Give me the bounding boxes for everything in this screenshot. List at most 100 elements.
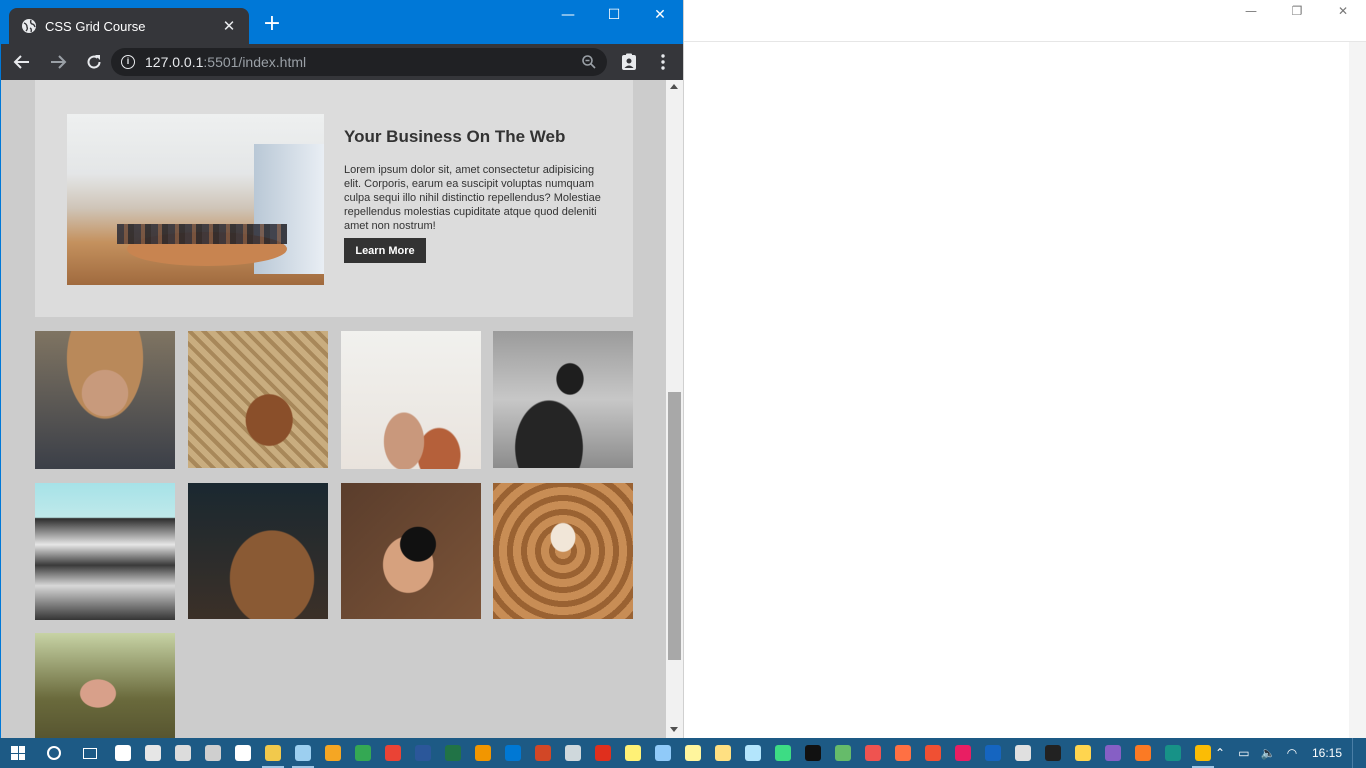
taskbar-app-terminal[interactable]	[1038, 738, 1068, 768]
network-icon	[175, 745, 191, 761]
taskbar-app-clock[interactable]	[858, 738, 888, 768]
taskbar-app-app-pink[interactable]	[948, 738, 978, 768]
taskbar-app-photos[interactable]	[558, 738, 588, 768]
pinned-apps	[108, 738, 1218, 768]
taskbar-app-word[interactable]	[408, 738, 438, 768]
blue-app-icon	[985, 745, 1001, 761]
printer-icon	[1015, 745, 1031, 761]
phone-hand-photo	[493, 331, 633, 468]
windows-taskbar: ⌃ ▭ 🔈 ◠ 16:15	[0, 738, 1366, 768]
business-card: Your Business On The Web Lorem ipsum dol…	[35, 80, 633, 317]
taskbar-app-python[interactable]	[1068, 738, 1098, 768]
bg-restore-button[interactable]: ❐	[1274, 0, 1320, 22]
scrollbar-thumb[interactable]	[668, 392, 681, 660]
taskbar-app-game[interactable]	[828, 738, 858, 768]
scroll-up-arrow-icon[interactable]	[670, 84, 678, 89]
intellij-icon	[805, 745, 821, 761]
taskbar-app-chrome[interactable]	[348, 738, 378, 768]
taskbar-app-matlab[interactable]	[888, 738, 918, 768]
bg-minimize-button[interactable]: —	[1228, 0, 1274, 22]
bg-close-button[interactable]: ✕	[1320, 0, 1366, 22]
photos-icon	[565, 745, 581, 761]
task-view-button[interactable]	[72, 738, 108, 768]
gitkraken-icon	[1165, 745, 1181, 761]
tab-close-icon[interactable]: ✕	[221, 17, 237, 35]
taskbar-app-printer[interactable]	[1008, 738, 1038, 768]
taskbar-app-excel[interactable]	[438, 738, 468, 768]
bg-divider	[684, 41, 1366, 42]
man-hat-photo	[35, 331, 175, 469]
url-host: 127.0.0.1	[145, 54, 204, 70]
taskbar-app-notepad[interactable]	[288, 738, 318, 768]
forward-button[interactable]	[43, 47, 73, 77]
taskbar-app-sticky-notes[interactable]	[618, 738, 648, 768]
notepad-icon	[295, 745, 311, 761]
woman-hair-photo	[188, 483, 328, 619]
taskbar-app-chrome-canary[interactable]	[378, 738, 408, 768]
system-tray: ⌃ ▭ 🔈 ◠ 16:15	[1208, 738, 1366, 768]
taskbar-app-android-studio[interactable]	[768, 738, 798, 768]
minimize-button[interactable]: —	[545, 0, 591, 30]
taskbar-app-settings[interactable]	[228, 738, 258, 768]
python-icon	[1075, 745, 1091, 761]
meeting-room-photo	[67, 114, 324, 285]
page-scrollbar[interactable]	[666, 80, 683, 738]
close-button[interactable]: ✕	[637, 0, 683, 30]
tab-css-grid-course[interactable]: CSS Grid Course ✕	[9, 8, 249, 44]
taskbar-app-git[interactable]	[918, 738, 948, 768]
sublime-icon	[475, 745, 491, 761]
japanese-castle-photo	[35, 483, 175, 620]
zoom-icon[interactable]	[581, 54, 597, 70]
taskbar-app-media-player[interactable]	[318, 738, 348, 768]
media-player-icon	[325, 745, 341, 761]
taskbar-app-vscode[interactable]	[498, 738, 528, 768]
scroll-down-arrow-icon[interactable]	[670, 727, 678, 732]
taskbar-app-network-map[interactable]	[738, 738, 768, 768]
volume-icon[interactable]: 🔈	[1256, 738, 1280, 768]
reload-button[interactable]	[79, 47, 109, 77]
woman-field-photo	[35, 633, 175, 738]
taskbar-app-powerpoint[interactable]	[528, 738, 558, 768]
taskbar-app-network[interactable]	[168, 738, 198, 768]
file-explorer-icon	[265, 745, 281, 761]
taskbar-app-snipping[interactable]	[648, 738, 678, 768]
start-button[interactable]	[0, 738, 36, 768]
taskbar-app-blue-app[interactable]	[978, 738, 1008, 768]
address-bar[interactable]: i 127.0.0.1:5501/index.html	[111, 48, 607, 76]
taskbar-app-calculator[interactable]	[198, 738, 228, 768]
chrome-canary-icon	[385, 745, 401, 761]
taskbar-app-visual-studio[interactable]	[1098, 738, 1128, 768]
search-button[interactable]	[36, 738, 72, 768]
taskbar-app-paint[interactable]	[138, 738, 168, 768]
settings-icon	[235, 745, 251, 761]
taskbar-app-acrobat[interactable]	[588, 738, 618, 768]
cortana-circle-icon	[47, 746, 61, 760]
reload-icon	[87, 55, 101, 69]
back-button[interactable]	[7, 47, 37, 77]
learn-more-button[interactable]: Learn More	[344, 238, 426, 263]
maximize-button[interactable]: ☐	[591, 0, 637, 30]
show-desktop-button[interactable]	[1352, 738, 1366, 768]
menu-button[interactable]	[653, 50, 673, 74]
taskbar-app-intellij[interactable]	[798, 738, 828, 768]
taskbar-app-tools[interactable]	[708, 738, 738, 768]
page-viewport[interactable]: Your Business On The Web Lorem ipsum dol…	[1, 80, 666, 738]
taskbar-app-file-explorer[interactable]	[258, 738, 288, 768]
wifi-icon[interactable]: ◠	[1280, 738, 1304, 768]
taskbar-app-gitkraken[interactable]	[1158, 738, 1188, 768]
taskbar-app-notes[interactable]	[678, 738, 708, 768]
new-tab-button[interactable]: +	[261, 13, 283, 35]
tab-title: CSS Grid Course	[45, 18, 146, 34]
chevron-up-icon[interactable]: ⌃	[1208, 738, 1232, 768]
calculator-icon	[205, 745, 221, 761]
bg-scrollbar[interactable]	[1349, 42, 1366, 738]
paint-icon	[145, 745, 161, 761]
battery-icon[interactable]: ▭	[1232, 738, 1256, 768]
taskbar-app-xampp[interactable]	[1128, 738, 1158, 768]
info-icon[interactable]: i	[121, 55, 135, 69]
profile-button[interactable]	[619, 50, 639, 74]
taskbar-app-sublime[interactable]	[468, 738, 498, 768]
taskbar-app-mail[interactable]	[108, 738, 138, 768]
section-body: Lorem ipsum dolor sit, amet consectetur …	[344, 164, 601, 232]
clock[interactable]: 16:15	[1304, 746, 1352, 760]
